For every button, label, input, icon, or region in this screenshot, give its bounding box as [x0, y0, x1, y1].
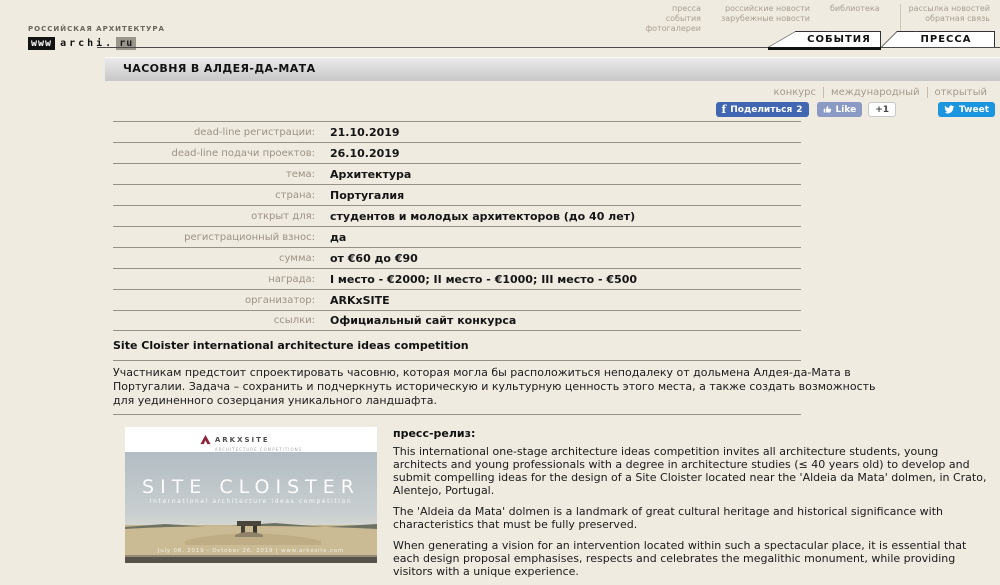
top-menu: пресса события фотогалереи российские но… [645, 4, 990, 34]
page-title: ЧАСОВНЯ В АЛДЕЯ-ДА-МАТА [105, 57, 1000, 81]
divider [113, 360, 801, 361]
category-link-konkurs[interactable]: конкурс [767, 87, 824, 98]
top-menu-col-library: библиотека [830, 4, 880, 34]
facebook-share-count: 2 [796, 105, 802, 115]
tab-press[interactable]: ПРЕССА [898, 31, 995, 47]
tweet-label: Tweet [959, 105, 989, 115]
table-row: награда:I место - €2000; II место - €100… [113, 268, 801, 289]
category-link-open[interactable]: открытый [927, 87, 994, 98]
content-row: ARKXSITE ARCHITECTURE COMPETITIONS SITE … [125, 427, 1000, 585]
top-menu-col-main: пресса события фотогалереи [645, 4, 701, 34]
logo-www: www [28, 37, 55, 50]
official-site-link[interactable]: Официальный сайт конкурса [330, 314, 516, 327]
article-heading: Site Cloister international architecture… [113, 331, 1000, 360]
row-value: 26.10.2019 [323, 147, 801, 160]
menu-link-foreign-news[interactable]: зарубежные новости [721, 14, 810, 24]
logo-ru: ru [116, 37, 136, 50]
row-value: 21.10.2019 [323, 126, 801, 139]
table-row: dead-line подачи проектов:26.10.2019 [113, 142, 801, 163]
site-header: пресса события фотогалереи российские но… [0, 0, 1000, 57]
tab-events[interactable]: СОБЫТИЯ [798, 31, 881, 47]
divider [113, 414, 801, 415]
menu-link-fotogalerei[interactable]: фотогалереи [645, 24, 701, 34]
row-label: страна: [113, 190, 323, 201]
menu-link-russian-news[interactable]: российские новости [721, 4, 810, 14]
menu-link-sobytiya[interactable]: события [645, 14, 701, 24]
press-release: пресс-релиз: This international one-stag… [393, 427, 993, 585]
top-menu-col-contact: рассылка новостей обратная связь [900, 4, 990, 34]
row-label: организатор: [113, 295, 323, 306]
logo-archi: archi. [55, 37, 116, 50]
google-plus-one-button[interactable]: +1 [868, 102, 896, 117]
menu-link-newsletter[interactable]: рассылка новостей [909, 4, 990, 14]
table-row: регистрационный взнос:да [113, 226, 801, 247]
row-label: открыт для: [113, 211, 323, 222]
row-label: регистрационный взнос: [113, 232, 323, 243]
thumbs-up-icon [823, 105, 832, 114]
article-intro: Участникам предстоит спроектировать часо… [113, 366, 891, 408]
poster-photo: SITE CLOISTER International architecture… [125, 452, 377, 563]
press-paragraph: The 'Aldeia da Mata' dolmen is a landmar… [393, 505, 993, 531]
press-paragraph: This international one-stage architectur… [393, 445, 993, 497]
facebook-share-button[interactable]: f Поделиться 2 [716, 102, 809, 117]
menu-link-feedback[interactable]: обратная связь [909, 14, 990, 24]
row-label: dead-line регистрации: [113, 127, 323, 138]
poster-subtitle: International architecture ideas competi… [125, 498, 377, 505]
table-row: страна:Португалия [113, 184, 801, 205]
row-label: награда: [113, 274, 323, 285]
like-button[interactable]: Like [817, 102, 863, 117]
twitter-bird-icon [944, 105, 955, 114]
category-links: конкурсмеждународныйоткрытый [0, 81, 1000, 102]
row-value: от €60 до €90 [323, 252, 801, 265]
poster-brand: ARKXSITE [215, 436, 270, 444]
row-value: Португалия [323, 189, 801, 202]
site-name: РОССИЙСКАЯ АРХИТЕКТУРА [28, 25, 165, 33]
article: Site Cloister international architecture… [113, 331, 1000, 415]
row-label: сумма: [113, 253, 323, 264]
social-buttons: f Поделиться 2 Like +1 Tweet [0, 102, 1000, 121]
category-link-international[interactable]: международный [823, 87, 927, 98]
tab-press-label: ПРЕССА [921, 34, 972, 45]
row-label: ссылки: [113, 315, 323, 326]
menu-link-pressa[interactable]: пресса [645, 4, 701, 14]
poster-logo-band: ARKXSITE ARCHITECTURE COMPETITIONS [125, 427, 377, 452]
table-row: сумма:от €60 до €90 [113, 247, 801, 268]
row-value: студентов и молодых архитекторов (до 40 … [323, 210, 801, 223]
row-value: да [323, 231, 801, 244]
competition-details-table: dead-line регистрации:21.10.2019 dead-li… [113, 121, 801, 331]
row-label: dead-line подачи проектов: [113, 148, 323, 159]
tweet-button[interactable]: Tweet [938, 102, 995, 117]
poster-title: SITE CLOISTER [125, 476, 377, 498]
like-label: Like [836, 105, 857, 115]
poster-dates: July 08, 2019 - October 26, 2019 | www.a… [125, 548, 377, 554]
arkxsite-logo-icon [200, 434, 211, 445]
archi-ru-logo[interactable]: wwwarchi.ru [28, 37, 136, 50]
plus-one-label: +1 [875, 105, 889, 115]
press-paragraph: When generating a vision for an interven… [393, 539, 993, 578]
table-row: организатор:ARKxSITE [113, 289, 801, 310]
competition-poster-image[interactable]: ARKXSITE ARCHITECTURE COMPETITIONS SITE … [125, 427, 377, 563]
table-row: тема:Архитектура [113, 163, 801, 184]
row-value: ARKxSITE [323, 294, 801, 307]
table-row: открыт для:студентов и молодых архитекто… [113, 205, 801, 226]
row-value: I место - €2000; II место - €1000; III м… [323, 273, 801, 286]
table-row: dead-line регистрации:21.10.2019 [113, 121, 801, 142]
dolmen-landscape [125, 519, 377, 563]
menu-link-library[interactable]: библиотека [830, 4, 880, 14]
facebook-icon: f [722, 103, 727, 116]
row-value: Архитектура [323, 168, 801, 181]
press-release-label: пресс-релиз: [393, 427, 993, 440]
top-menu-col-news: российские новости зарубежные новости [721, 4, 810, 34]
row-label: тема: [113, 169, 323, 180]
facebook-share-label: Поделиться [730, 105, 792, 115]
tab-events-label: СОБЫТИЯ [807, 34, 871, 45]
table-row: ссылки: Официальный сайт конкурса [113, 310, 801, 331]
